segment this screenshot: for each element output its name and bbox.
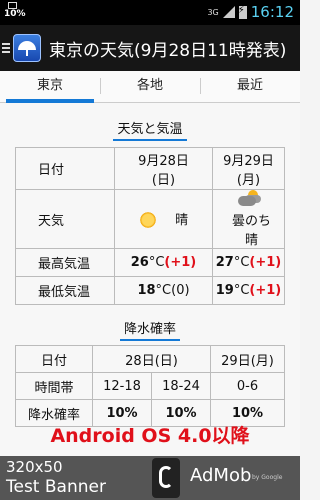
signal-icon bbox=[222, 6, 235, 18]
day2-weather-line1: 曇のち bbox=[231, 214, 271, 229]
temp-unit: °C bbox=[155, 283, 172, 298]
battery-percent: 10% bbox=[4, 9, 26, 19]
temp-unit: °C bbox=[233, 255, 250, 270]
ad-banner-text: Test Banner bbox=[6, 477, 106, 497]
precip-table: 日付 28日(日) 29日(月) 時間帯 12-18 18-24 0-6 降水確… bbox=[15, 345, 285, 427]
day1-high: 26 bbox=[130, 255, 149, 270]
tab-bar: 東京 各地 最近 bbox=[0, 71, 300, 103]
day2-high-diff: (+1) bbox=[249, 255, 282, 270]
day2-high: 27 bbox=[215, 255, 234, 270]
period-cell: 12-18 bbox=[92, 372, 152, 400]
day1-high-cell: 26°C(+1) bbox=[114, 248, 213, 277]
day1-weather: 晴 bbox=[175, 212, 189, 228]
day2-weather-cell: 曇のち 晴 bbox=[212, 189, 285, 249]
day2-low: 19 bbox=[215, 283, 234, 298]
action-bar: 東京の天気(9月28日11時発表) bbox=[0, 25, 300, 71]
day1-date: 9月28日 bbox=[138, 153, 189, 169]
ad-brand: AdMob bbox=[190, 465, 252, 486]
day2-high-cell: 27°C(+1) bbox=[212, 248, 285, 277]
day2-date: 9月29日 bbox=[223, 153, 274, 169]
day1-high-diff: (+1) bbox=[164, 255, 197, 270]
weather-label: 天気 bbox=[15, 189, 115, 249]
ad-by-google: by Google bbox=[252, 474, 283, 481]
weather-table: 日付 9月28日 (日) 9月29日 (月) 天気 晴 曇のち 晴 最高気温 2… bbox=[15, 147, 285, 305]
precip-day1: 28日(日) bbox=[92, 345, 211, 373]
period-cell: 0-6 bbox=[210, 372, 285, 400]
precip-day2: 29日(月) bbox=[210, 345, 285, 373]
day1-date-cell: 9月28日 (日) bbox=[114, 147, 213, 190]
main-content: 天気と気温 日付 9月28日 (日) 9月29日 (月) 天気 晴 曇のち 晴 … bbox=[0, 103, 300, 456]
day1-low: 18 bbox=[137, 283, 156, 298]
day1-weather-cell: 晴 bbox=[114, 189, 213, 249]
cloudy-then-sunny-icon bbox=[237, 190, 260, 210]
temp-unit: °C bbox=[233, 283, 250, 298]
network-type: 3G bbox=[207, 7, 219, 17]
day2-date-cell: 9月29日 (月) bbox=[212, 147, 285, 190]
battery-charging-icon bbox=[238, 5, 247, 19]
high-temp-label: 最高気温 bbox=[15, 248, 115, 277]
day2-low-cell: 19°C(+1) bbox=[212, 276, 285, 305]
precip-date-label: 日付 bbox=[15, 345, 93, 373]
drawer-menu-icon[interactable] bbox=[2, 43, 10, 53]
low-temp-label: 最低気温 bbox=[15, 276, 115, 305]
umbrella-app-icon[interactable] bbox=[13, 34, 41, 62]
sunny-icon bbox=[138, 211, 157, 230]
day1-low-diff: (0) bbox=[171, 283, 190, 298]
tab-recent[interactable]: 最近 bbox=[200, 71, 300, 102]
temp-unit: °C bbox=[148, 255, 165, 270]
day1-weekday: (日) bbox=[151, 172, 176, 188]
precip-section-title: 降水確率 bbox=[0, 318, 300, 341]
small-battery-icon bbox=[8, 2, 17, 9]
time-period-label: 時間帯 bbox=[15, 372, 93, 400]
admob-logo-icon bbox=[152, 458, 180, 498]
day2-weather-line2: 晴 bbox=[244, 233, 258, 248]
day1-low-cell: 18°C(0) bbox=[114, 276, 213, 305]
ad-banner[interactable]: 320x50 Test Banner AdMob by Google bbox=[0, 456, 300, 500]
tab-regions[interactable]: 各地 bbox=[100, 71, 200, 102]
day2-low-diff: (+1) bbox=[249, 283, 282, 298]
status-bar: 10% 3G 16:12 bbox=[0, 0, 300, 25]
day2-weekday: (月) bbox=[236, 172, 261, 188]
period-cell: 18-24 bbox=[151, 372, 211, 400]
ad-size-text: 320x50 bbox=[6, 458, 63, 476]
clock: 16:12 bbox=[250, 3, 294, 21]
tab-tokyo[interactable]: 東京 bbox=[0, 71, 100, 103]
battery-indicator: 10% bbox=[4, 2, 26, 19]
promo-text: Android OS 4.0以降 bbox=[50, 425, 250, 447]
page-title: 東京の天気(9月28日11時発表) bbox=[49, 40, 287, 61]
weather-section-title: 天気と気温 bbox=[0, 118, 300, 141]
date-label: 日付 bbox=[15, 147, 115, 190]
